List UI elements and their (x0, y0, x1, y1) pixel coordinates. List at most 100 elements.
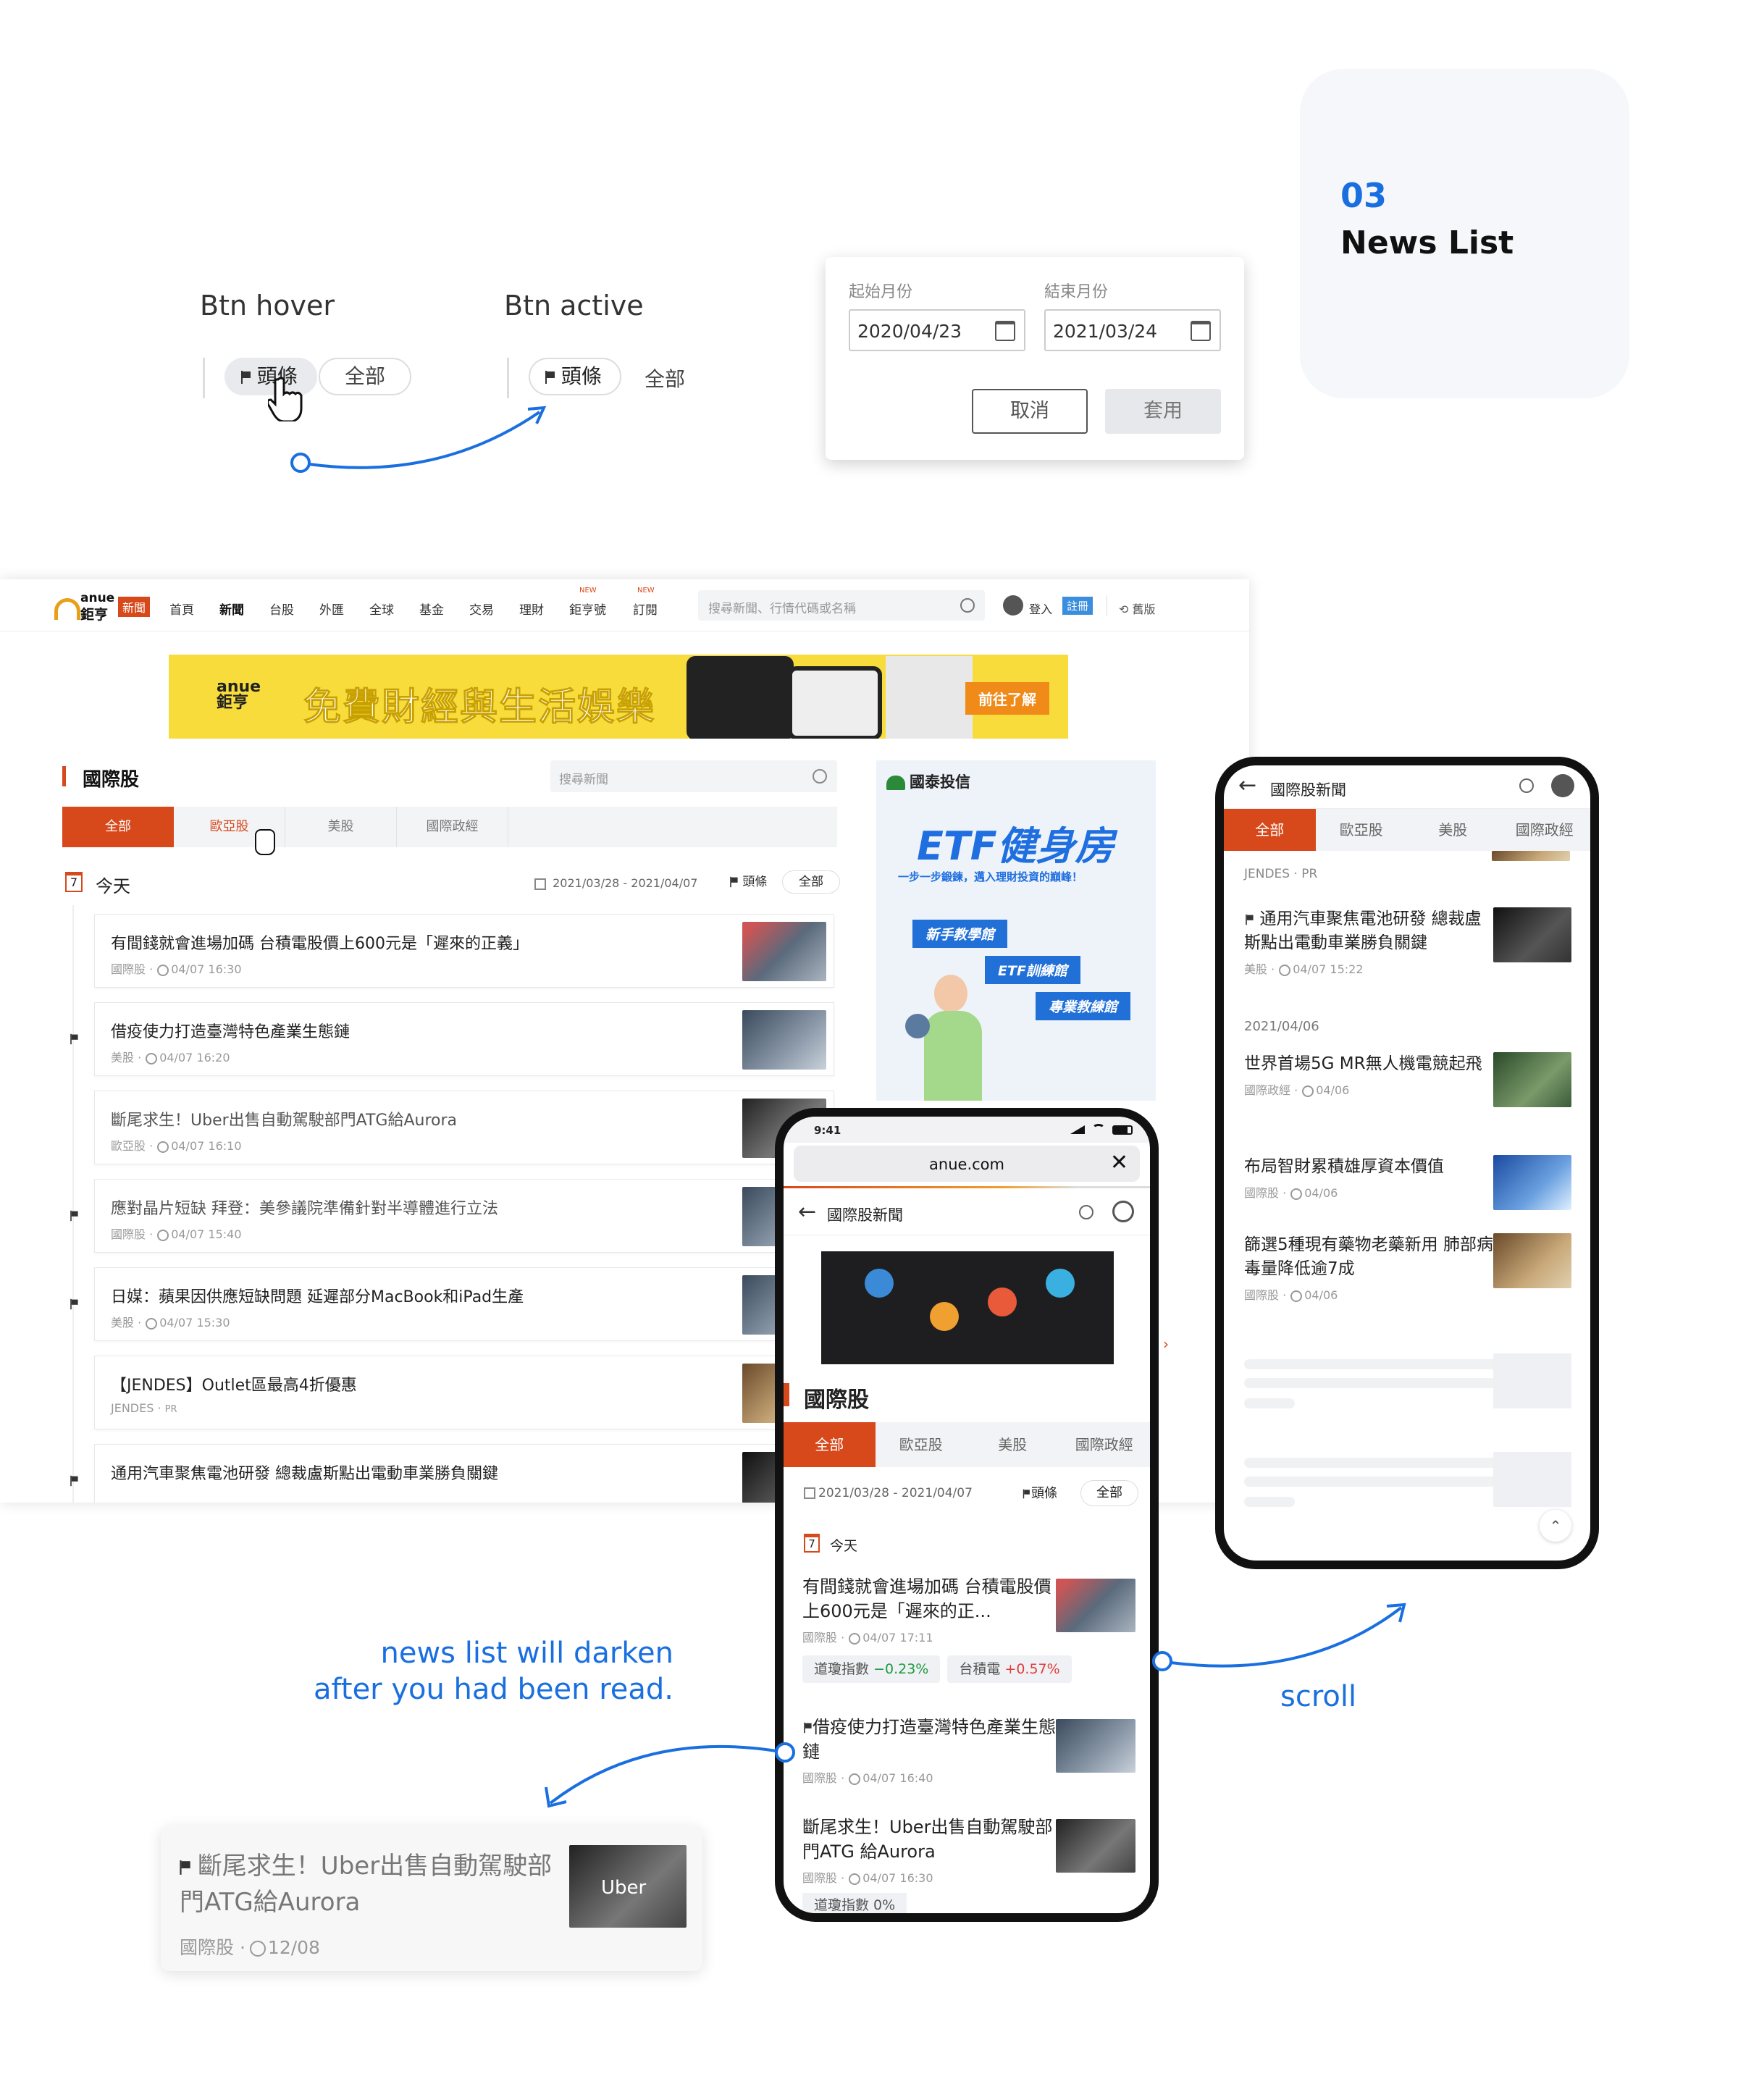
tab-eu-asia[interactable]: 歐亞股 (1316, 809, 1408, 851)
news-item[interactable]: 布局智財累積雄厚資本價值 國際股 · 04/06 (1244, 1155, 1571, 1210)
tab-eu-asia[interactable]: 歐亞股 (876, 1422, 967, 1467)
site-search-input[interactable]: 搜尋新聞、行情代碼或名稱 (698, 590, 985, 621)
nav-item-trade[interactable]: 交易 (469, 600, 494, 618)
user-avatar-icon[interactable] (1112, 1201, 1134, 1222)
read-annotation: news list will darken after you had been… (314, 1637, 673, 1706)
news-card[interactable]: 借疫使力打造臺灣特色產業生態鏈 美股 · 04/07 16:20 (94, 1002, 834, 1076)
new-badge: NEW (579, 587, 597, 595)
tab-us[interactable]: 美股 (285, 807, 397, 847)
stock-chip[interactable]: 台積電 +0.57% (947, 1655, 1072, 1683)
login-link[interactable]: 登入 (1029, 600, 1052, 617)
all-button-hover[interactable]: 全部 (319, 358, 411, 395)
news-item[interactable]: 篩選5種現有藥物老藥新用 肺部病毒量降低逾7成 國際股 · 04/06 (1244, 1233, 1571, 1303)
news-item[interactable]: 斷尾求生！Uber出售自動駕駛部門ATG 給Aurora 國際股 · 04/07 … (802, 1815, 1135, 1913)
news-search-input[interactable]: 搜尋新聞 (550, 760, 837, 792)
battery-icon (1112, 1125, 1133, 1135)
news-card[interactable]: 有間錢就會進場加碼 台積電股價上600元是「遲來的正義」 國際股 · 04/07 … (94, 914, 834, 988)
sidebar-ad[interactable]: 國泰投信 ETF健身房 一步一步鍛鍊，邁入理財投資的巔峰！ 新手教學館 ETF訓… (876, 760, 1156, 1101)
tab-all[interactable]: 全部 (62, 807, 174, 847)
tab-all[interactable]: 全部 (1224, 809, 1316, 851)
banner-phone-image (687, 656, 794, 739)
all-filter-button[interactable]: 全部 (782, 870, 840, 894)
stock-chips: 道瓊指數 −0.23% 台積電 +0.57% (802, 1655, 1135, 1683)
news-thumbnail (1493, 1155, 1571, 1210)
nav-item-tw-stock[interactable]: 台股 (269, 600, 294, 618)
nav-item-fund[interactable]: 基金 (419, 600, 444, 618)
headline-button-active[interactable]: 頭條 (529, 358, 621, 395)
search-icon[interactable] (1079, 1205, 1093, 1219)
calendar-icon (1191, 321, 1211, 341)
phone-screen: 9:41 anue.com ✕ ← 國際股新聞 國際股 全部 歐亞股 美股 國際… (784, 1117, 1150, 1913)
clock-icon (1290, 1290, 1303, 1302)
headline-filter-button[interactable]: 頭條 (729, 870, 767, 894)
news-thumbnail (1493, 1052, 1571, 1107)
clock-icon (157, 964, 169, 976)
browser-url-bar[interactable]: anue.com ✕ (794, 1146, 1140, 1182)
tab-all[interactable]: 全部 (784, 1422, 876, 1467)
close-icon[interactable]: ✕ (1110, 1150, 1128, 1175)
clock-icon (1279, 964, 1291, 976)
ad-button-pro[interactable]: 專業教練館 (1036, 992, 1131, 1020)
tab-us[interactable]: 美股 (967, 1422, 1059, 1467)
end-month-field[interactable]: 2021/03/24 (1044, 309, 1221, 351)
stock-chip[interactable]: 道瓊指數 −0.23% (802, 1655, 941, 1683)
old-version-link[interactable]: ⟲ 舊版 (1119, 600, 1156, 617)
news-card[interactable]: 【JENDES】Outlet區最高4折優惠 JENDES · PR (94, 1356, 834, 1429)
search-icon[interactable] (813, 769, 827, 784)
back-arrow-icon[interactable]: ← (798, 1199, 816, 1225)
news-item[interactable]: 借疫使力打造臺灣特色產業生態鏈 國際股 · 04/07 16:40 (802, 1715, 1135, 1786)
nav-item-home[interactable]: 首頁 (169, 600, 194, 618)
back-arrow-icon[interactable]: ← (1238, 773, 1256, 798)
headline-filter-button[interactable]: 頭條 (1021, 1483, 1057, 1505)
nav-item-finance[interactable]: 理財 (519, 600, 544, 618)
search-icon[interactable] (1519, 778, 1534, 793)
tab-intl-econ[interactable]: 國際政經 (1499, 809, 1591, 851)
user-avatar-icon[interactable] (1551, 774, 1574, 797)
cancel-button[interactable]: 取消 (972, 389, 1088, 434)
today-label: 今天 (830, 1538, 858, 1554)
headline-flag-icon (179, 1860, 190, 1875)
news-item[interactable]: 有間錢就會進場加碼 台積電股價上600元是「遲來的正... 國際股 · 04/07… (802, 1574, 1135, 1683)
news-card[interactable]: 應對晶片短缺 拜登：美參議院準備針對半導體進行立法 國際股 · 04/07 15:… (94, 1179, 834, 1253)
read-news-card[interactable]: 斷尾求生！Uber出售自動駕駛部門ATG給Aurora 國際股 · 12/08 U… (161, 1826, 702, 1971)
register-button[interactable]: 註冊 (1062, 597, 1093, 615)
ad-button-beginner[interactable]: 新手教學館 (912, 920, 1008, 948)
nav-item-news[interactable]: 新聞 (219, 600, 244, 618)
nav-item-global[interactable]: 全球 (369, 600, 394, 618)
date-range-filter[interactable]: 2021/03/28 - 2021/04/07 (804, 1486, 973, 1500)
category-tabs: 全部 歐亞股 美股 國際政經 (1224, 809, 1590, 851)
all-button-active[interactable]: 全部 (645, 364, 685, 392)
promo-banner[interactable]: anue 鉅亨 免費財經與生活娛樂 前往了解 (169, 655, 1068, 739)
tab-intl-econ[interactable]: 國際政經 (1059, 1422, 1151, 1467)
date-group-header: 2021/04/06 (1244, 1019, 1319, 1034)
nav-item-fx[interactable]: 外匯 (319, 600, 344, 618)
headline-flag-icon (803, 1722, 812, 1734)
hand-cursor-icon (255, 829, 275, 855)
nav-item-anue-account[interactable]: 鉅亨號 (569, 600, 606, 618)
rainbow-logo-icon (54, 598, 80, 620)
nav-item-subscribe[interactable]: 訂閱 (633, 600, 658, 618)
apply-button[interactable]: 套用 (1105, 389, 1221, 434)
scroll-arrow (1152, 1603, 1406, 1671)
anue-logo[interactable]: anue 鉅亨 (54, 591, 114, 623)
date-range-filter[interactable]: 2021/03/28 - 2021/04/07 (534, 876, 697, 890)
tab-intl-econ[interactable]: 國際政經 (397, 807, 508, 847)
news-item[interactable]: 世界首場5G MR無人機電競起飛 國際政經 · 04/06 (1244, 1052, 1571, 1107)
news-card[interactable]: 通用汽車聚焦電池研發 總裁盧斯點出電動車業勝負關鍵 (94, 1444, 834, 1503)
news-card[interactable]: 日媒：蘋果因供應短缺問題 延遲部分MacBook和iPad生產 美股 · 04/0… (94, 1267, 834, 1341)
news-thumbnail (1056, 1579, 1135, 1632)
all-filter-button[interactable]: 全部 (1080, 1480, 1138, 1506)
scroll-top-button[interactable]: ⌃ (1540, 1510, 1571, 1542)
banner-cta-button[interactable]: 前往了解 (965, 682, 1049, 715)
btn-active-label: Btn active (504, 290, 644, 322)
news-card[interactable]: 斷尾求生！Uber出售自動駕駛部門ATG給Aurora 歐亞股 · 04/07 1… (94, 1091, 834, 1164)
search-icon[interactable] (960, 598, 975, 613)
calendar-icon (534, 878, 546, 890)
headline-flag-icon (70, 1475, 78, 1487)
divider (507, 358, 509, 398)
user-avatar-icon[interactable] (1003, 595, 1023, 616)
news-item[interactable]: 通用汽車聚焦電池研發 總裁盧斯點出電動車業勝負關鍵 美股 · 04/07 15:2… (1244, 907, 1571, 977)
news-thumbnail (1056, 1719, 1135, 1773)
tab-us[interactable]: 美股 (1407, 809, 1499, 851)
start-month-field[interactable]: 2020/04/23 (849, 309, 1025, 351)
